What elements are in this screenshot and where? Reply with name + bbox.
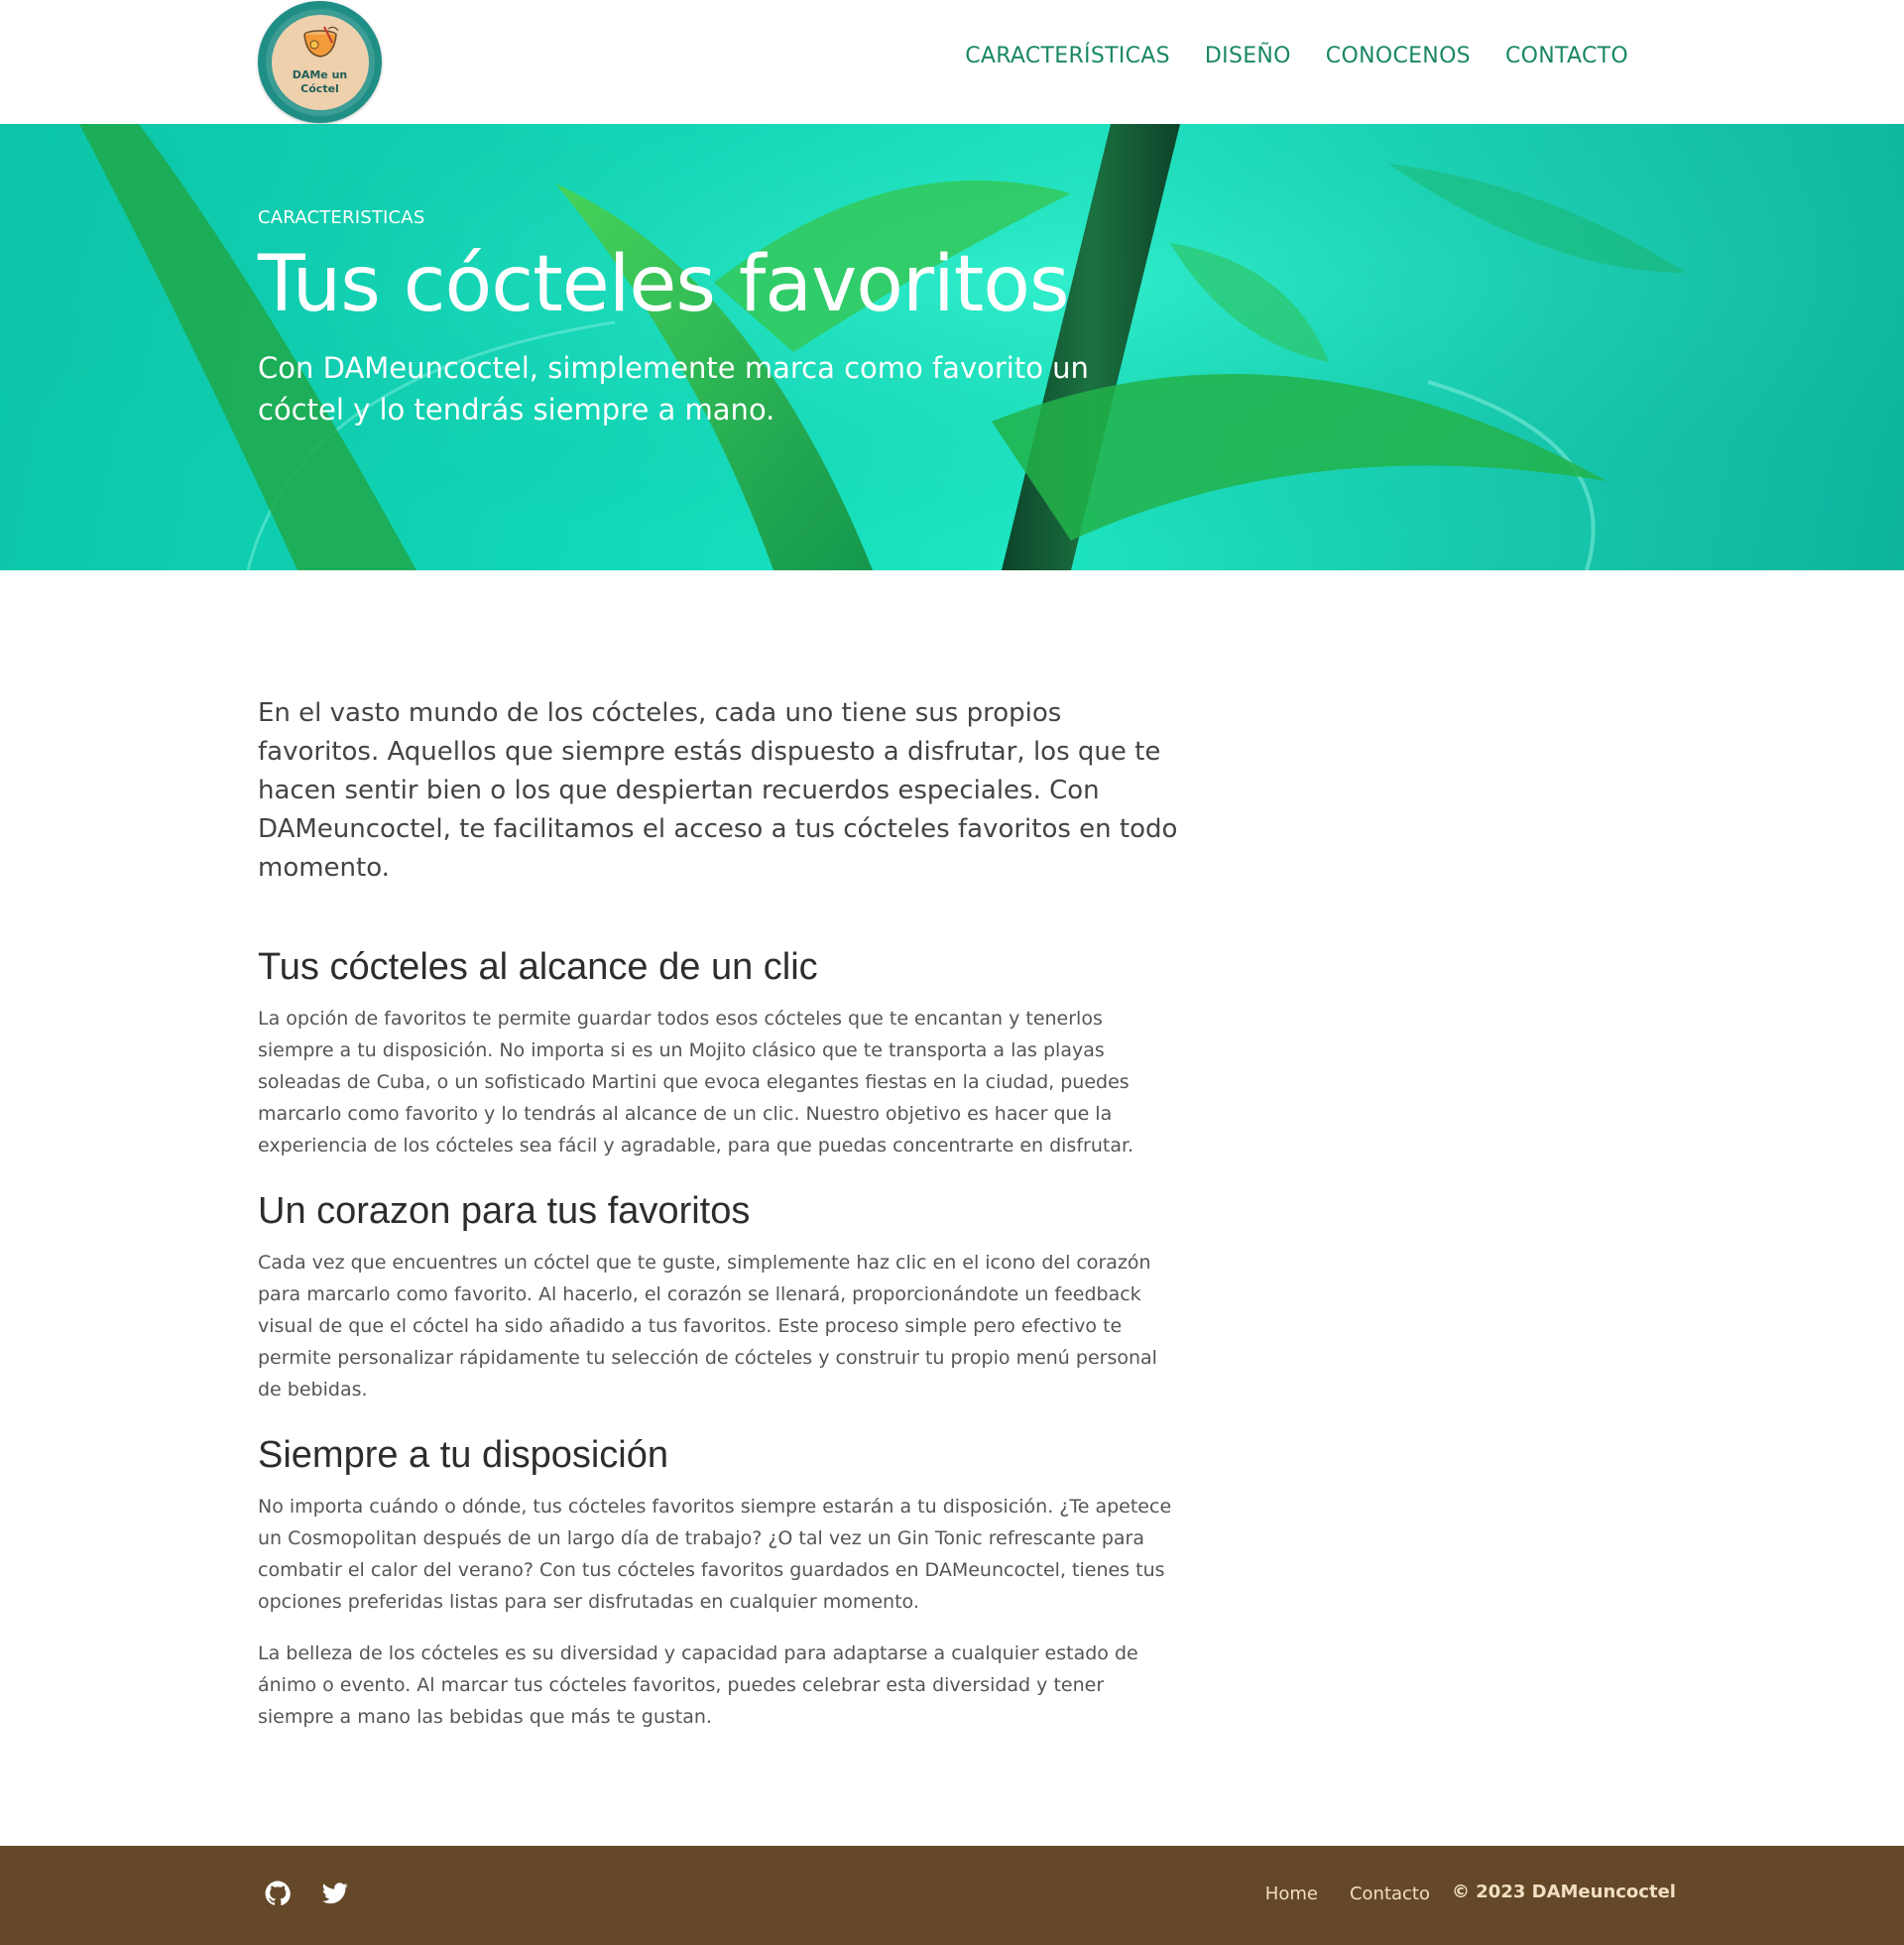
nav-item-diseno[interactable]: DISEÑO (1205, 44, 1291, 68)
nav-item-conocenos[interactable]: CONOCENOS (1326, 44, 1471, 68)
nav-item-caracteristicas[interactable]: CARACTERÍSTICAS (965, 44, 1170, 68)
cocktail-glass-icon (302, 26, 338, 58)
section-title: Un corazon para tus favoritos (258, 1190, 751, 1232)
site-logo[interactable]: DAMe un Cóctel (258, 1, 382, 123)
footer-link-home[interactable]: Home (1265, 1884, 1318, 1904)
logo-text: DAMe un Cóctel (292, 67, 348, 95)
hero-banner: CARACTERISTICAS Tus cócteles favoritos C… (0, 124, 1904, 570)
site-header: DAMe un Cóctel CARACTERÍSTICAS DISEÑO CO… (0, 0, 1904, 124)
logo-ring: DAMe un Cóctel (265, 8, 375, 116)
section-title: Tus cócteles al alcance de un clic (258, 946, 818, 988)
logo-badge: DAMe un Cóctel (271, 14, 369, 110)
section-title: Siempre a tu disposición (258, 1434, 668, 1476)
hero-subtitle: Con DAMeuncoctel, simplemente marca como… (258, 351, 1089, 426)
site-footer: Home Contacto © 2023 DAMeuncoctel (0, 1846, 1904, 1945)
twitter-icon[interactable] (322, 1881, 348, 1906)
footer-nav: Home Contacto (1265, 1884, 1430, 1904)
hero-content: CARACTERISTICAS Tus cócteles favoritos C… (258, 207, 1150, 430)
nav-item-contacto[interactable]: CONTACTO (1505, 44, 1628, 68)
section-paragraph: No importa cuándo o dónde, tus cócteles … (258, 1496, 1172, 1613)
social-links (265, 1881, 348, 1906)
article-content: En el vasto mundo de los cócteles, cada … (258, 694, 1180, 1733)
github-icon[interactable] (265, 1881, 291, 1906)
hero-title: Tus cócteles favoritos (258, 240, 1070, 329)
section-paragraph: La belleza de los cócteles es su diversi… (258, 1642, 1138, 1728)
hero-kicker: CARACTERISTICAS (258, 207, 425, 228)
main-nav: CARACTERÍSTICAS DISEÑO CONOCENOS CONTACT… (930, 44, 1628, 68)
footer-link-contacto[interactable]: Contacto (1350, 1884, 1430, 1904)
article-lead: En el vasto mundo de los cócteles, cada … (258, 698, 1178, 883)
section-paragraph: La opción de favoritos te permite guarda… (258, 1008, 1134, 1156)
section-paragraph: Cada vez que encuentres un cóctel que te… (258, 1252, 1157, 1400)
copyright-text: © 2023 DAMeuncoctel (1452, 1882, 1676, 1902)
